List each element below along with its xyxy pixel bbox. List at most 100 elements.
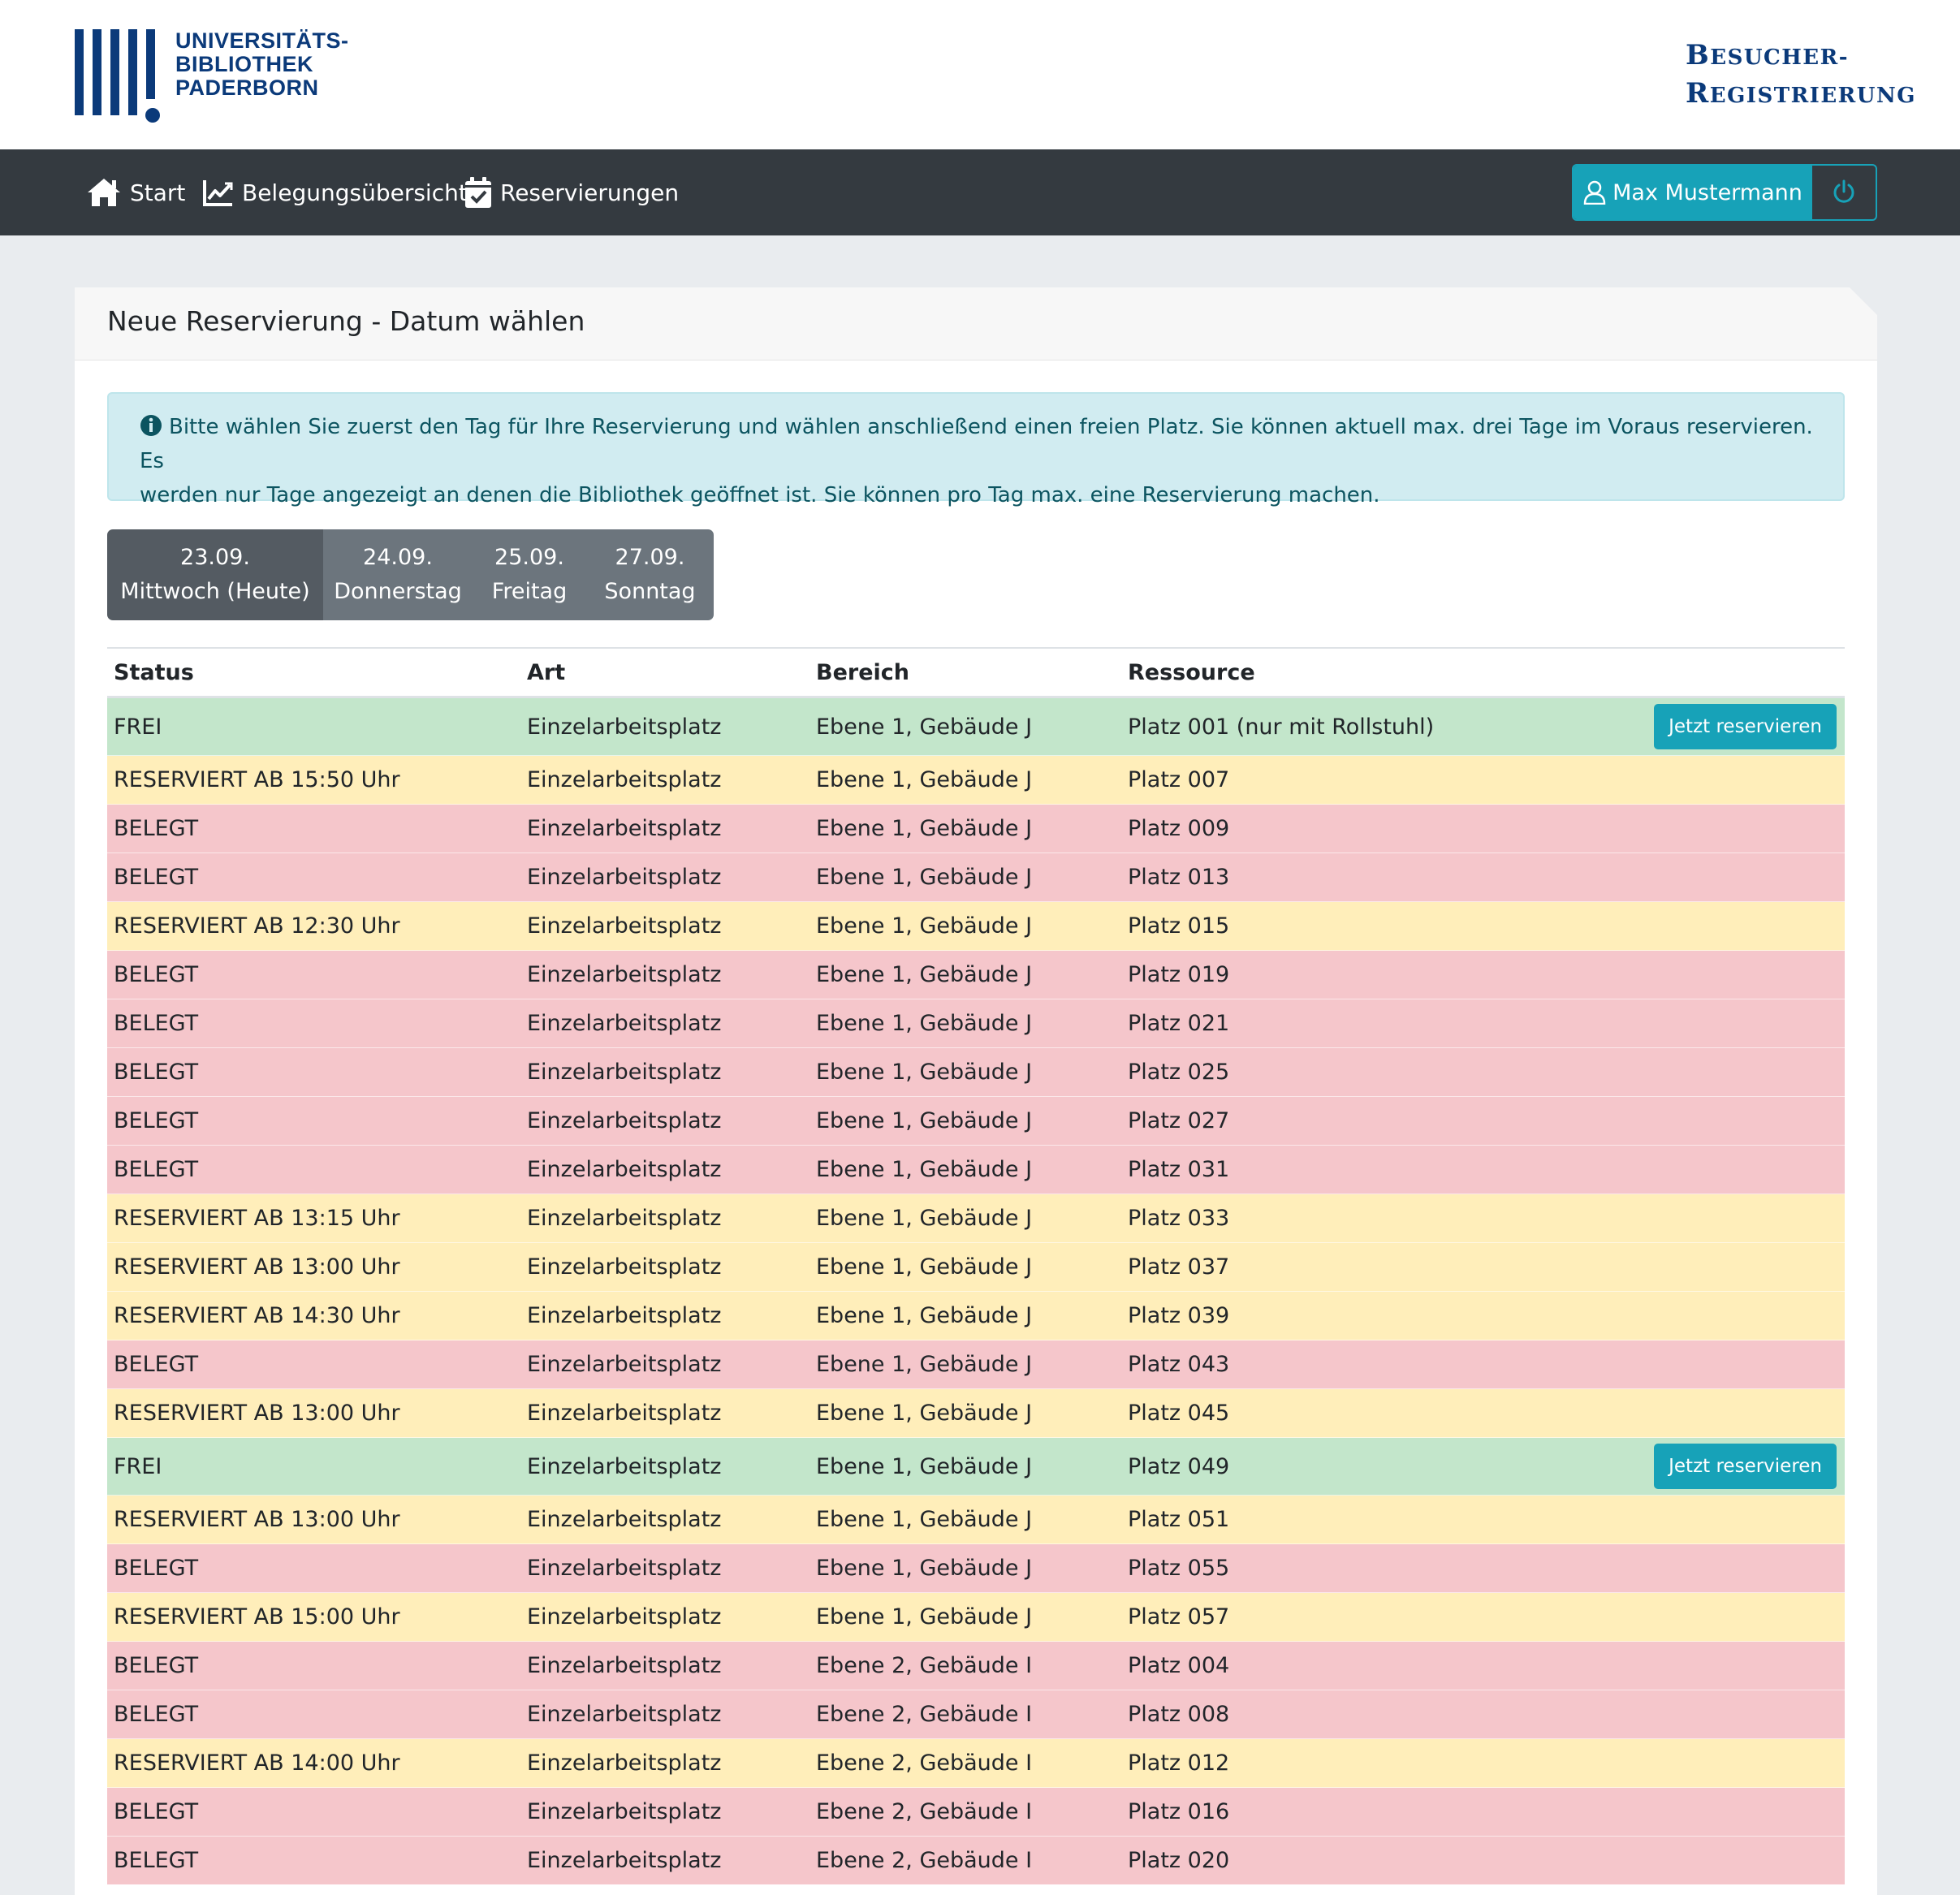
cell-bereich: Ebene 2, Gebäude I (809, 1690, 1121, 1739)
cell-ressource: Platz 045 (1121, 1388, 1576, 1438)
table-row: RESERVIERT AB 13:00 Uhr Einzelarbeitsplat… (107, 1242, 1845, 1292)
cell-ressource: Platz 037 (1121, 1242, 1576, 1292)
cell-ressource: Platz 008 (1121, 1690, 1576, 1739)
cell-action (1576, 1738, 1845, 1788)
reserve-now-button[interactable]: Jetzt reservieren (1654, 1444, 1837, 1489)
cell-art: Einzelarbeitsplatz (520, 804, 809, 853)
cell-action (1576, 1641, 1845, 1690)
cell-art: Einzelarbeitsplatz (520, 1543, 809, 1593)
table-row: BELEGT Einzelarbeitsplatz Ebene 2, Gebäude… (107, 1787, 1845, 1837)
cell-action (1576, 1787, 1845, 1837)
cell-bereich: Ebene 2, Gebäude I (809, 1836, 1121, 1884)
cell-status: BELEGT (107, 1340, 520, 1389)
cell-ressource: Platz 019 (1121, 950, 1576, 999)
table-row: BELEGT Einzelarbeitsplatz Ebene 1, Gebäude… (107, 999, 1845, 1048)
cell-art: Einzelarbeitsplatz (520, 1145, 809, 1194)
cell-action (1576, 755, 1845, 805)
table-header-row: Status Art Bereich Ressource (107, 647, 1845, 698)
logout-button[interactable] (1812, 166, 1876, 219)
cell-art: Einzelarbeitsplatz (520, 1388, 809, 1438)
cell-status: RESERVIERT AB 13:15 Uhr (107, 1194, 520, 1243)
cell-ressource: Platz 001 (nur mit Rollstuhl) (1121, 697, 1576, 756)
table-row: FREI Einzelarbeitsplatz Ebene 1, Gebäude J… (107, 697, 1845, 756)
table-row: RESERVIERT AB 13:00 Uhr Einzelarbeitsplat… (107, 1495, 1845, 1544)
logo-line-2: BIBLIOTHEK (175, 52, 313, 76)
cell-action (1576, 1145, 1845, 1194)
nav-belegungsuebersicht[interactable]: Belegungsübersicht (203, 172, 468, 213)
cell-ressource: Platz 004 (1121, 1641, 1576, 1690)
table-row: RESERVIERT AB 13:00 Uhr Einzelarbeitsplat… (107, 1388, 1845, 1438)
cell-ressource: Platz 007 (1121, 755, 1576, 805)
cell-status: RESERVIERT AB 14:00 Uhr (107, 1738, 520, 1788)
cell-action (1576, 853, 1845, 902)
cell-status: BELEGT (107, 1096, 520, 1146)
date-button-24-09[interactable]: 24.09. Donnerstag (323, 529, 473, 620)
cell-bereich: Ebene 1, Gebäude J (809, 1495, 1121, 1544)
cell-action (1576, 804, 1845, 853)
site-header: UNIVERSITÄTS- BIBLIOTHEK PADERBORN BESUC… (0, 0, 1960, 149)
cell-bereich: Ebene 1, Gebäude J (809, 999, 1121, 1048)
table-row: RESERVIERT AB 14:00 Uhr Einzelarbeitsplat… (107, 1738, 1845, 1788)
header-ressource: Ressource (1121, 647, 1576, 698)
cell-bereich: Ebene 1, Gebäude J (809, 901, 1121, 951)
table-row: FREI Einzelarbeitsplatz Ebene 1, Gebäude J… (107, 1437, 1845, 1496)
cell-status: BELEGT (107, 999, 520, 1048)
cell-status: BELEGT (107, 1690, 520, 1739)
cell-status: BELEGT (107, 1787, 520, 1837)
cell-ressource: Platz 012 (1121, 1738, 1576, 1788)
library-logo[interactable]: UNIVERSITÄTS- BIBLIOTHEK PADERBORN (75, 29, 348, 125)
cell-action (1576, 1690, 1845, 1739)
cell-ressource: Platz 043 (1121, 1340, 1576, 1389)
nav-reservierungen[interactable]: Reservierungen (464, 172, 679, 213)
cell-ressource: Platz 051 (1121, 1495, 1576, 1544)
cell-status: RESERVIERT AB 15:50 Uhr (107, 755, 520, 805)
table-row: BELEGT Einzelarbeitsplatz Ebene 1, Gebäude… (107, 950, 1845, 999)
cell-action (1576, 1495, 1845, 1544)
cell-action (1576, 901, 1845, 951)
cell-action: Jetzt reservieren (1576, 697, 1845, 756)
cell-bereich: Ebene 1, Gebäude J (809, 1194, 1121, 1243)
day-label: Mittwoch (Heute) (120, 579, 310, 604)
cell-art: Einzelarbeitsplatz (520, 755, 809, 805)
cell-action (1576, 999, 1845, 1048)
cell-bereich: Ebene 1, Gebäude J (809, 1543, 1121, 1593)
table-body: FREI Einzelarbeitsplatz Ebene 1, Gebäude J… (107, 697, 1845, 1884)
day-label: Freitag (491, 579, 568, 604)
date-label: 27.09. (615, 545, 685, 570)
table-row: RESERVIERT AB 15:00 Uhr Einzelarbeitsplat… (107, 1592, 1845, 1642)
user-button-group: Max Mustermann (1572, 164, 1877, 221)
table-row: BELEGT Einzelarbeitsplatz Ebene 1, Gebäude… (107, 804, 1845, 853)
cell-status: BELEGT (107, 1836, 520, 1884)
cell-action (1576, 1242, 1845, 1292)
cell-bereich: Ebene 2, Gebäude I (809, 1641, 1121, 1690)
reserve-now-button[interactable]: Jetzt reservieren (1654, 704, 1837, 749)
cell-bereich: Ebene 1, Gebäude J (809, 1592, 1121, 1642)
cell-bereich: Ebene 2, Gebäude I (809, 1738, 1121, 1788)
logo-line-3: PADERBORN (175, 76, 319, 100)
cell-art: Einzelarbeitsplatz (520, 1242, 809, 1292)
cell-bereich: Ebene 1, Gebäude J (809, 1388, 1121, 1438)
header-art: Art (520, 647, 809, 698)
date-button-27-09[interactable]: 27.09. Sonntag (586, 529, 714, 620)
table-row: BELEGT Einzelarbeitsplatz Ebene 1, Gebäude… (107, 1340, 1845, 1389)
cell-action: Jetzt reservieren (1576, 1437, 1845, 1496)
cell-art: Einzelarbeitsplatz (520, 1738, 809, 1788)
cell-action (1576, 1592, 1845, 1642)
date-button-23-09[interactable]: 23.09. Mittwoch (Heute) (107, 529, 323, 620)
user-account-button[interactable]: Max Mustermann (1574, 166, 1812, 219)
table-row: BELEGT Einzelarbeitsplatz Ebene 2, Gebäude… (107, 1641, 1845, 1690)
date-selector: 23.09. Mittwoch (Heute) 24.09. Donnersta… (107, 529, 714, 620)
cell-status: BELEGT (107, 1641, 520, 1690)
nav-reservierungen-label: Reservierungen (500, 179, 680, 206)
day-label: Sonntag (604, 579, 696, 604)
nav-start[interactable]: Start (86, 172, 185, 213)
cell-action (1576, 1194, 1845, 1243)
cell-action (1576, 1047, 1845, 1097)
date-button-25-09[interactable]: 25.09. Freitag (473, 529, 586, 620)
cell-art: Einzelarbeitsplatz (520, 697, 809, 756)
cell-action (1576, 1291, 1845, 1340)
header-bereich: Bereich (809, 647, 1121, 698)
cell-art: Einzelarbeitsplatz (520, 1291, 809, 1340)
logo-mark-icon (75, 29, 160, 123)
table-row: RESERVIERT AB 13:15 Uhr Einzelarbeitsplat… (107, 1194, 1845, 1243)
